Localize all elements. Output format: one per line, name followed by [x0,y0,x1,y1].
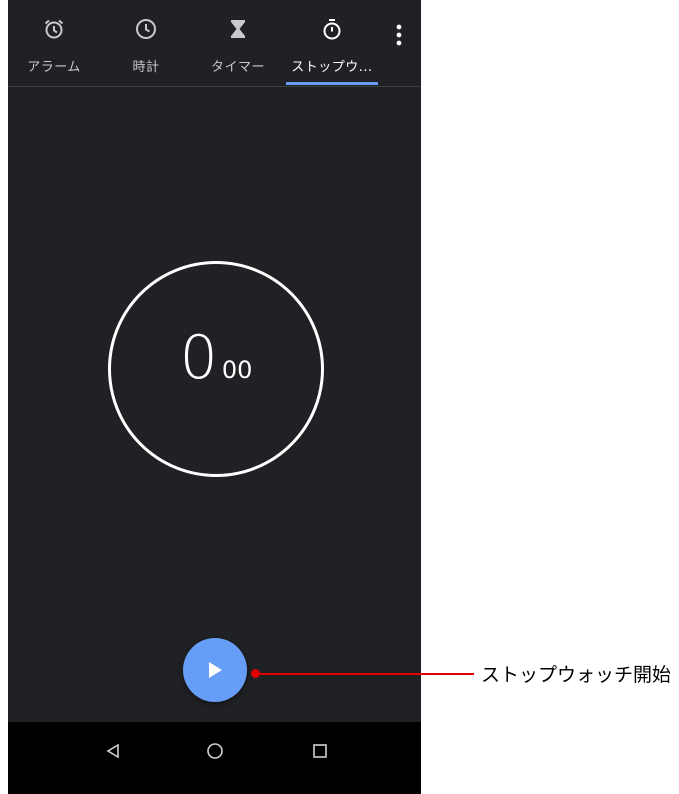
start-stopwatch-button[interactable] [183,638,247,702]
active-tab-indicator [286,82,378,85]
tab-timer[interactable]: タイマー [192,0,284,86]
elapsed-seconds: 0 [179,323,218,393]
tab-alarm-label: アラーム [27,60,81,75]
tab-stopwatch[interactable]: ストップウ... [286,0,378,86]
tab-stopwatch-label: ストップウ... [291,60,373,75]
play-icon [209,662,222,678]
tab-bar: アラーム 時計 タイマー ストップウ... [8,0,421,87]
tab-alarm[interactable]: アラーム [8,0,100,86]
callout-line [256,673,474,675]
system-nav-bar [8,722,421,794]
tab-timer-label: タイマー [210,60,265,75]
hourglass-icon [225,16,251,42]
more-options-button[interactable] [388,20,410,50]
tab-clock-label: 時計 [132,60,160,75]
clock-icon [133,16,159,42]
elapsed-hundredths: 00 [221,356,253,384]
nav-back-button[interactable] [93,736,133,766]
alarm-icon [41,16,67,42]
tab-clock[interactable]: 時計 [100,0,192,86]
stopwatch-icon [319,16,345,42]
callout-dot [251,669,260,678]
nav-recents-button[interactable] [300,736,340,766]
callout-label: ストップウォッチ開始 [481,664,672,686]
recents-icon [313,744,327,758]
home-icon [207,743,223,759]
more-vert-icon [396,24,402,46]
nav-home-button[interactable] [195,736,235,766]
elapsed-time: 0 00 [111,264,321,474]
back-icon [106,743,119,759]
stopwatch-dial: 0 00 [108,261,324,477]
